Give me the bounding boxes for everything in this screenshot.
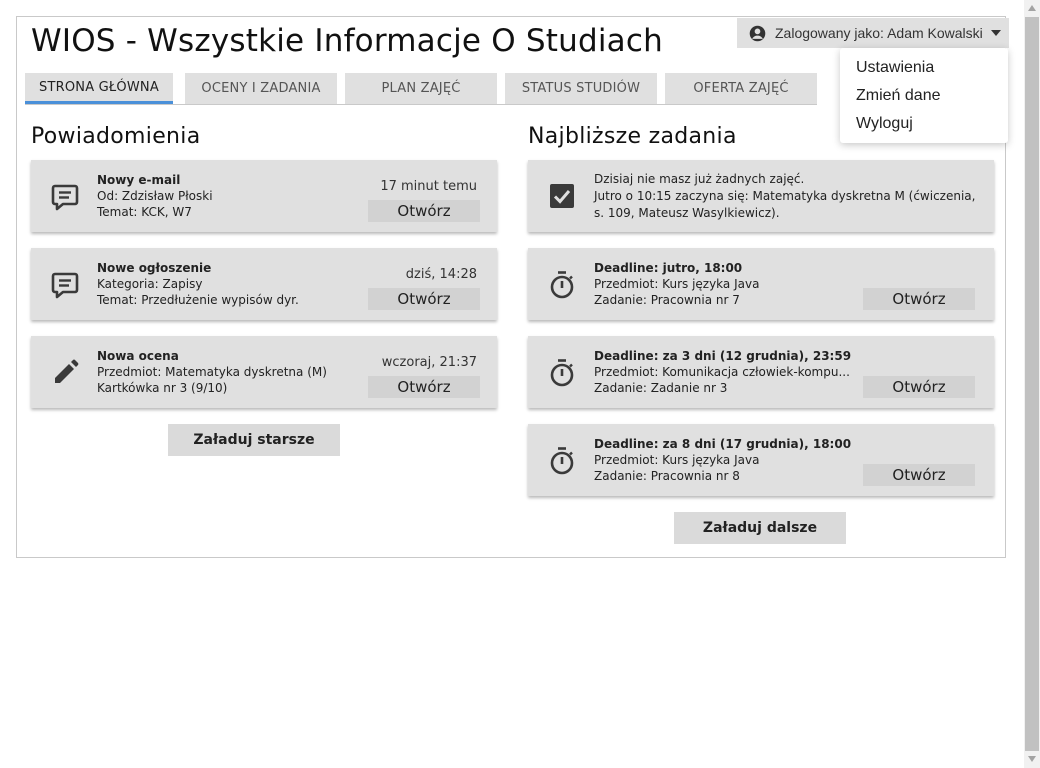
notification-line: Od: Zdzisław Płoski (97, 189, 213, 203)
user-dropdown-menu: Ustawienia Zmień dane Wyloguj (840, 48, 1008, 143)
notification-title: Nowe ogłoszenie (97, 261, 212, 275)
load-older-button[interactable]: Załaduj starsze (168, 424, 340, 456)
task-deadline: Deadline: jutro, 18:00 (594, 261, 743, 275)
message-icon (51, 272, 79, 299)
tasks-title: Najbliższe zadania (528, 124, 737, 149)
open-button[interactable]: Otwórz (863, 288, 975, 310)
stopwatch-icon (550, 359, 574, 387)
user-circle-icon (749, 25, 766, 41)
task-line: Zadanie: Pracownia nr 7 (594, 293, 740, 307)
task-card: Deadline: jutro, 18:00 Przedmiot: Kurs j… (528, 248, 994, 320)
notification-line: Kategoria: Zapisy (97, 277, 203, 291)
caret-down-icon (990, 30, 1001, 36)
load-more-button[interactable]: Załaduj dalsze (674, 512, 846, 544)
page-title: WIOS - Wszystkie Informacje O Studiach (31, 23, 663, 59)
notification-time: dziś, 14:28 (405, 267, 477, 282)
task-line: Przedmiot: Kurs języka Java (594, 277, 760, 291)
task-line: Przedmiot: Kurs języka Java (594, 453, 760, 467)
notifications-title: Powiadomienia (31, 124, 201, 149)
open-button[interactable]: Otwórz (368, 288, 480, 310)
scroll-up-arrow-icon[interactable] (1028, 5, 1036, 11)
tab-home[interactable]: STRONA GŁÓWNA (25, 73, 173, 104)
open-button[interactable]: Otwórz (368, 376, 480, 398)
notification-line: Temat: KCK, W7 (97, 205, 192, 219)
user-label: Zalogowany jako: Adam Kowalski (775, 25, 983, 41)
task-deadline: Deadline: za 8 dni (17 grudnia), 18:00 (594, 437, 852, 451)
notification-line: Przedmiot: Matematyka dyskretna (M) (97, 365, 327, 379)
task-text: Deadline: jutro, 18:00 Przedmiot: Kurs j… (594, 260, 759, 308)
notification-text: Nowy e-mail Od: Zdzisław Płoski Temat: K… (97, 172, 213, 220)
task-line: Zadanie: Pracownia nr 8 (594, 469, 740, 483)
menu-item-logout[interactable]: Wyloguj (856, 115, 913, 133)
menu-item-edit-data[interactable]: Zmień dane (856, 87, 941, 105)
scroll-down-arrow-icon[interactable] (1028, 756, 1036, 762)
task-card: Deadline: za 3 dni (12 grudnia), 23:59 P… (528, 336, 994, 408)
notification-time: 17 minut temu (380, 179, 477, 194)
task-line: Zadanie: Zadanie nr 3 (594, 381, 728, 395)
notification-text: Nowa ocena Przedmiot: Matematyka dyskret… (97, 348, 327, 396)
tab-schedule[interactable]: PLAN ZAJĘĆ (345, 73, 497, 104)
notification-card-email: Nowy e-mail Od: Zdzisław Płoski Temat: K… (31, 160, 497, 232)
checkbox-icon (550, 184, 574, 208)
page-scrollbar[interactable] (1024, 0, 1040, 768)
notification-text: Nowe ogłoszenie Kategoria: Zapisy Temat:… (97, 260, 299, 308)
notification-line: Kartkówka nr 3 (9/10) (97, 381, 228, 395)
notification-card-grade: Nowa ocena Przedmiot: Matematyka dyskret… (31, 336, 497, 408)
tabs-divider (25, 104, 817, 105)
open-button[interactable]: Otwórz (368, 200, 480, 222)
open-button[interactable]: Otwórz (863, 376, 975, 398)
message-icon (51, 184, 79, 211)
task-text: Deadline: za 3 dni (12 grudnia), 23:59 P… (594, 348, 851, 396)
notification-time: wczoraj, 21:37 (381, 355, 477, 370)
task-text: Deadline: za 8 dni (17 grudnia), 18:00 P… (594, 436, 851, 484)
notification-line: Temat: Przedłużenie wypisów dyr. (97, 293, 299, 307)
today-card: Dzisiaj nie masz już żadnych zajęć. Jutr… (528, 160, 994, 232)
scrollbar-thumb[interactable] (1025, 17, 1039, 751)
task-line: Przedmiot: Komunikacja człowiek-kompu... (594, 365, 850, 379)
task-deadline: Deadline: za 3 dni (12 grudnia), 23:59 (594, 349, 852, 363)
tab-course-offer[interactable]: OFERTA ZAJĘĆ (665, 73, 817, 104)
stopwatch-icon (550, 271, 574, 299)
stopwatch-icon (550, 447, 574, 475)
today-line: Dzisiaj nie masz już żadnych zajęć. (594, 172, 805, 186)
notification-title: Nowy e-mail (97, 173, 181, 187)
pencil-icon (55, 359, 79, 383)
today-line: s. 109, Mateusz Wasylkiewicz). (594, 206, 780, 220)
today-text: Dzisiaj nie masz już żadnych zajęć. Jutr… (594, 171, 975, 222)
tab-grades-and-tasks[interactable]: OCENY I ZADANIA (185, 73, 337, 104)
menu-item-settings[interactable]: Ustawienia (856, 59, 934, 77)
tab-study-status[interactable]: STATUS STUDIÓW (505, 73, 657, 104)
today-line: Jutro o 10:15 zaczyna się: Matematyka dy… (594, 189, 976, 203)
notification-title: Nowa ocena (97, 349, 179, 363)
open-button[interactable]: Otwórz (863, 464, 975, 486)
user-menu-button[interactable]: Zalogowany jako: Adam Kowalski (737, 18, 1009, 48)
notification-card-announcement: Nowe ogłoszenie Kategoria: Zapisy Temat:… (31, 248, 497, 320)
task-card: Deadline: za 8 dni (17 grudnia), 18:00 P… (528, 424, 994, 496)
